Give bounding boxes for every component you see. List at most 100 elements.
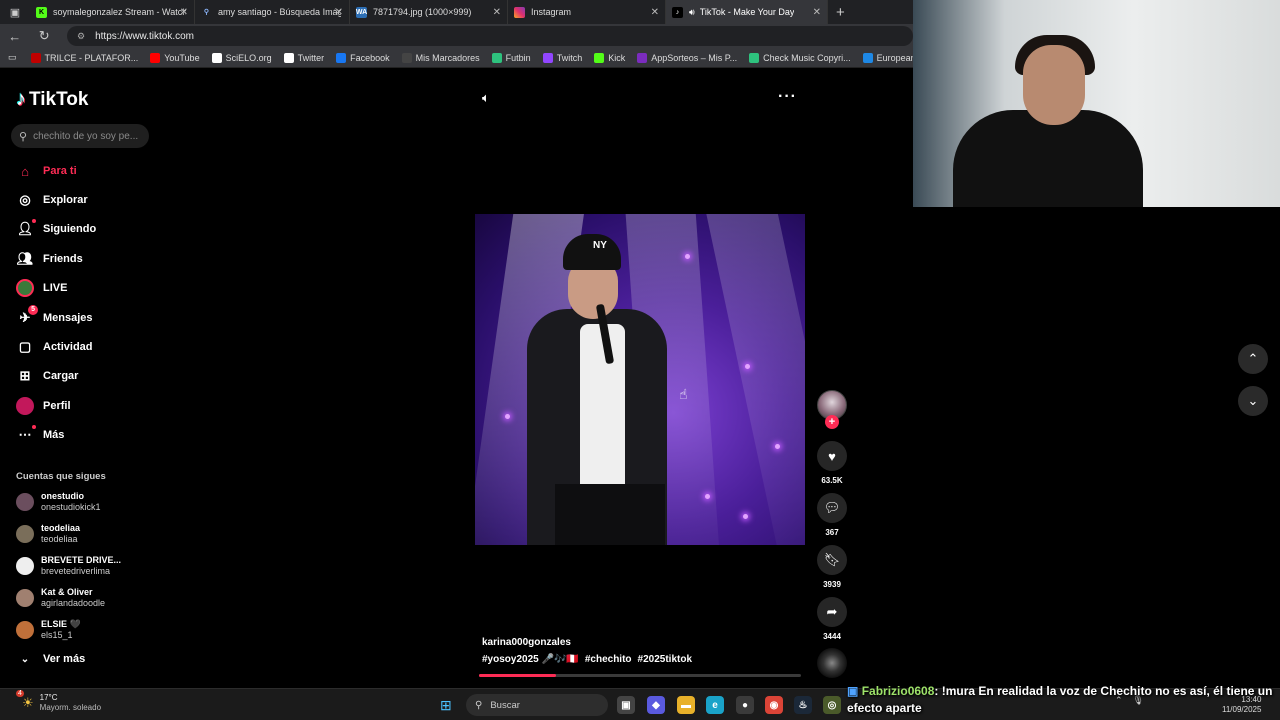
search-icon: ⚲ xyxy=(203,9,210,16)
reload-icon[interactable]: ↻ xyxy=(30,28,60,44)
close-icon[interactable]: ✕ xyxy=(651,7,659,18)
close-icon[interactable]: ✕ xyxy=(813,7,821,18)
save-button[interactable]: 🔖︎ 3939 xyxy=(816,545,848,589)
nav-label: Para ti xyxy=(43,165,77,177)
chevron-down-icon[interactable]: ⌄ xyxy=(1238,386,1268,416)
task-view-icon[interactable]: ▣ xyxy=(617,696,635,714)
site-info-icon[interactable]: ⚙ xyxy=(77,31,85,42)
following-account[interactable]: teodeliaa teodeliaa xyxy=(16,523,80,545)
bookmark-label: Facebook xyxy=(350,52,390,63)
bookmark-item[interactable]: Kick xyxy=(594,52,625,63)
volume-icon[interactable]: 🔈︎ xyxy=(482,90,490,106)
hashtag[interactable]: #2025tiktok xyxy=(638,654,692,665)
share-button[interactable]: ➦ 3444 xyxy=(816,597,848,641)
bookmarks-menu-icon[interactable]: ▭ xyxy=(8,52,17,63)
bookmark-item[interactable]: TRILCE - PLATAFOR... xyxy=(30,52,138,63)
comment-button[interactable]: 💬︎ 367 xyxy=(816,493,848,537)
nav-cargar[interactable]: ⊞ Cargar xyxy=(16,366,79,386)
following-account[interactable]: Kat & Oliver agirlandadoodle xyxy=(16,587,105,609)
bookmark-item[interactable]: SciELO.org xyxy=(211,52,272,63)
taskbar-search[interactable]: ⚲ Buscar xyxy=(466,694,608,716)
weather-widget[interactable]: ☀ 4 17°C Mayorm. soleado xyxy=(16,690,101,713)
bookmark-item[interactable]: YouTube xyxy=(150,52,200,63)
nav-para-ti[interactable]: ⌂ Para ti xyxy=(16,161,77,181)
tab-menu-icon[interactable]: ▣ xyxy=(0,0,30,24)
account-name: ELSIE 🖤 xyxy=(41,619,81,629)
app-icon[interactable]: ◎ xyxy=(823,696,841,714)
account-name: BREVETE DRIVE... xyxy=(41,555,122,565)
bookmark-label: Check Music Copyri... xyxy=(763,52,851,63)
see-more-button[interactable]: ⌄ Ver más xyxy=(16,653,85,665)
nav-label: Cargar xyxy=(43,370,79,382)
nav-siguiendo[interactable]: 👤︎ Siguiendo xyxy=(16,219,96,239)
account-name: onestudio xyxy=(41,491,84,501)
music-disc-icon[interactable] xyxy=(817,648,847,678)
chevron-up-icon[interactable]: ⌃ xyxy=(1238,344,1268,374)
nav-actividad[interactable]: ▢ Actividad xyxy=(16,337,93,357)
nav-perfil[interactable]: Perfil xyxy=(16,396,71,416)
chrome-icon[interactable]: ◉ xyxy=(765,696,783,714)
search-input[interactable]: ⚲ chechito de yo soy pe... xyxy=(11,124,149,148)
nav-mas[interactable]: ⋯ Más xyxy=(16,425,64,445)
app-icon[interactable]: ● xyxy=(736,696,754,714)
bookmark-favicon-icon xyxy=(749,52,760,63)
follow-plus-icon[interactable]: + xyxy=(825,415,839,429)
close-icon[interactable]: ✕ xyxy=(493,7,501,18)
like-button[interactable]: ♥ 63.5K xyxy=(816,441,848,485)
bookmark-label: European Expansion... xyxy=(876,52,913,63)
bookmark-item[interactable]: Check Music Copyri... xyxy=(749,52,851,63)
close-icon[interactable]: ✕ xyxy=(180,7,188,18)
avatar xyxy=(16,589,34,607)
speaker-icon[interactable]: 🔊︎ xyxy=(689,7,695,18)
nav-live[interactable]: LIVE xyxy=(16,278,67,298)
bookmark-item[interactable]: AppSorteos – Mis P... xyxy=(637,52,737,63)
video-author[interactable]: karina000gonzales xyxy=(482,637,571,648)
video-player[interactable]: NY xyxy=(475,214,805,545)
bookmark-item[interactable]: Mis Marcadores xyxy=(401,52,480,63)
hand-cursor-icon: ☝︎ xyxy=(679,386,688,402)
bookmark-item[interactable]: Twitter xyxy=(283,52,324,63)
following-account[interactable]: onestudio onestudiokick1 xyxy=(16,491,101,513)
tiktok-sidebar: ♪ TikTok ⚲ chechito de yo soy pe... ⌂ Pa… xyxy=(0,68,160,688)
following-account[interactable]: BREVETE DRIVE... brevetedriverlima xyxy=(16,555,121,577)
file-explorer-icon[interactable]: ▬ xyxy=(677,696,695,714)
bookmark-item[interactable]: Facebook xyxy=(336,52,390,63)
avatar xyxy=(16,525,34,543)
windows-start-icon[interactable]: ⊞ xyxy=(440,697,452,714)
following-title: Cuentas que sigues xyxy=(16,471,106,482)
activity-icon: ▢ xyxy=(18,339,32,354)
video-progress-bar[interactable] xyxy=(479,674,801,677)
nav-explorar[interactable]: ◎ Explorar xyxy=(16,190,87,210)
bookmark-item[interactable]: Futbin xyxy=(491,52,531,63)
tab-kick-stream[interactable]: K soymalegonzalez Stream - Watch ✕ xyxy=(30,0,195,24)
nav-label: Actividad xyxy=(43,341,93,353)
search-icon: ⚲ xyxy=(475,699,483,711)
bookmark-item[interactable]: Twitch xyxy=(542,52,583,63)
image-icon: WA xyxy=(355,6,368,18)
nav-mensajes[interactable]: ✈︎ 5 Mensajes xyxy=(16,305,93,328)
more-options-icon[interactable]: ··· xyxy=(778,88,797,106)
chat-username: Fabrizio0608 xyxy=(861,684,935,698)
tab-instagram[interactable]: Instagram ✕ xyxy=(508,0,666,24)
tiktok-icon: ♪ xyxy=(672,6,683,18)
nav-friends[interactable]: 👥︎ Friends xyxy=(16,249,83,269)
tab-image-file[interactable]: WA 7871794.jpg (1000×999) ✕ xyxy=(350,0,508,24)
nav-label: Friends xyxy=(43,253,83,265)
save-count: 3939 xyxy=(823,580,841,589)
tab-image-search[interactable]: ⚲ amy santiago - Búsqueda Imágen ✕ xyxy=(195,0,350,24)
back-arrow-icon[interactable]: ← xyxy=(0,29,30,44)
new-tab-button[interactable]: + xyxy=(828,4,853,21)
bookmark-label: Twitch xyxy=(556,52,583,63)
edge-icon[interactable]: e xyxy=(706,696,724,714)
close-icon[interactable]: ✕ xyxy=(335,7,343,18)
hashtag[interactable]: #yosoy2025 🎤🎶🇵🇪 xyxy=(482,654,579,665)
url-field[interactable]: ⚙ https://www.tiktok.com xyxy=(67,26,913,46)
bookmark-item[interactable]: European Expansion... xyxy=(862,52,913,63)
hashtag[interactable]: #chechito xyxy=(585,654,632,665)
tiktok-logo[interactable]: ♪ TikTok xyxy=(16,88,88,111)
copilot-icon[interactable]: ◆ xyxy=(647,696,665,714)
steam-icon[interactable]: ♨ xyxy=(794,696,812,714)
tab-tiktok[interactable]: ♪ 🔊︎ TikTok - Make Your Day ✕ xyxy=(666,0,828,24)
nav-label: Perfil xyxy=(43,400,71,412)
following-account[interactable]: ELSIE 🖤 els15_1 xyxy=(16,619,81,641)
